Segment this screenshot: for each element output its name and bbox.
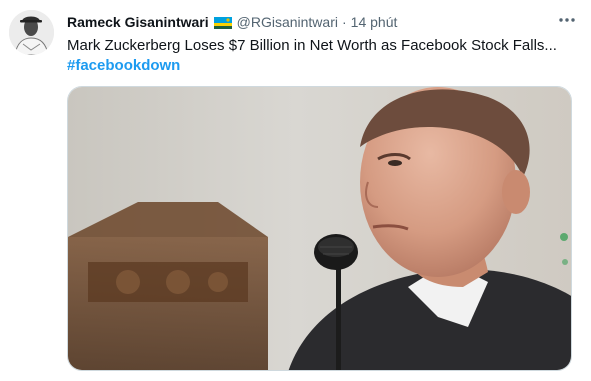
author-name[interactable]: Rameck Gisanintwari: [67, 14, 209, 30]
avatar[interactable]: [9, 10, 54, 55]
tweet-header: Rameck Gisanintwari @RGisanintwari · 14 …: [67, 12, 397, 32]
rwanda-flag-icon: [213, 16, 232, 29]
avatar-image: [9, 10, 54, 55]
media-photo: [68, 87, 571, 370]
tweet-card[interactable]: Rameck Gisanintwari @RGisanintwari · 14 …: [0, 0, 591, 381]
tweet-text: Mark Zuckerberg Loses $7 Billion in Net …: [67, 37, 557, 54]
separator-dot: ·: [341, 14, 347, 30]
tweet-media-image[interactable]: [67, 86, 572, 371]
hashtag-link[interactable]: #facebookdown: [67, 56, 180, 76]
tweet-timestamp[interactable]: 14 phút: [351, 14, 398, 30]
author-handle[interactable]: @RGisanintwari: [237, 14, 338, 30]
more-dots-icon[interactable]: [555, 8, 579, 32]
